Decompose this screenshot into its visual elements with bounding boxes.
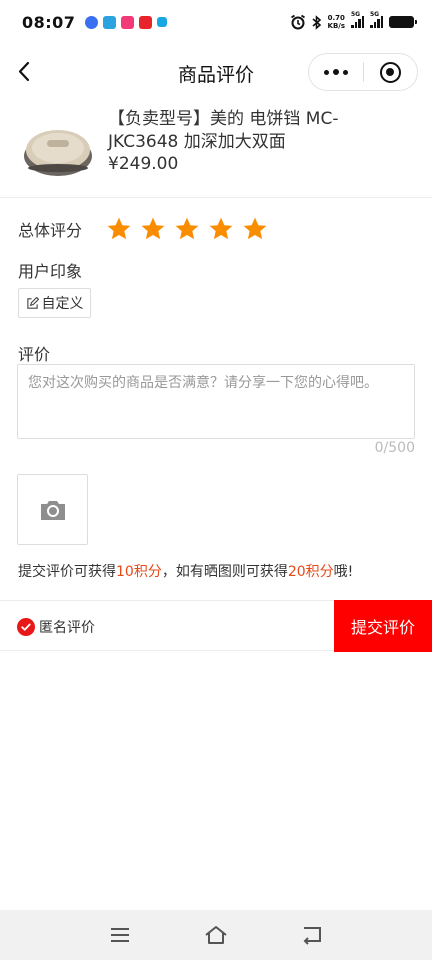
- signal-icon: 5G: [351, 11, 364, 28]
- review-placeholder: 您对这次购买的商品是否满意？请分享一下您的心得吧。: [28, 375, 378, 391]
- signal-icon-2: 5G: [370, 11, 383, 28]
- cloud-app-icon: [157, 17, 168, 27]
- add-photo-button[interactable]: [17, 474, 88, 545]
- product-title: 【负卖型号】美的 电饼铛 MC-JKC3648 加深加大双面: [108, 109, 339, 152]
- more-button[interactable]: [309, 54, 363, 90]
- battery-icon: [389, 16, 417, 28]
- char-counter: 0/500: [374, 440, 415, 456]
- review-textarea[interactable]: 您对这次购买的商品是否满意？请分享一下您的心得吧。: [17, 364, 415, 439]
- telegram-app-icon: [103, 15, 117, 29]
- review-label: 评价: [18, 345, 51, 364]
- anonymous-toggle[interactable]: 匿名评价: [17, 617, 95, 637]
- system-back-button[interactable]: [300, 924, 324, 946]
- baidu-app-icon: [85, 15, 99, 29]
- product-image: [24, 130, 92, 176]
- anonymous-label: 匿名评价: [39, 620, 95, 636]
- check-circle-icon: [17, 618, 35, 636]
- status-app-icons: [85, 15, 168, 29]
- home-icon: [205, 926, 227, 944]
- star-rating: [106, 216, 268, 242]
- nav-bar: 商品评价: [0, 44, 432, 100]
- points-value-1: 10积分: [116, 564, 162, 580]
- product-card: 【负卖型号】美的 电饼铛 MC-JKC3648 加深加大双面 ¥249.00: [0, 104, 432, 198]
- star-icon[interactable]: [174, 216, 200, 242]
- custom-tag-button[interactable]: 自定义: [18, 288, 91, 318]
- submit-review-button[interactable]: 提交评价: [334, 600, 432, 652]
- system-menu-button[interactable]: [108, 924, 132, 946]
- system-home-button[interactable]: [204, 924, 228, 946]
- star-icon[interactable]: [242, 216, 268, 242]
- impression-label: 用户印象: [18, 262, 83, 281]
- custom-tag-label: 自定义: [41, 296, 84, 312]
- target-close-icon: [379, 61, 401, 83]
- camera-icon: [40, 500, 65, 520]
- overall-rating: 总体评分: [18, 216, 268, 242]
- menu-icon: [111, 928, 129, 942]
- rating-label: 总体评分: [18, 221, 83, 240]
- shopping-app-icon: [121, 15, 135, 29]
- mini-program-capsule: [308, 53, 418, 91]
- alarm-icon: [290, 14, 305, 30]
- status-bar: 08:07 0.70 KB/s 5G 5G: [0, 0, 432, 44]
- back-icon: [303, 927, 321, 945]
- status-time: 08:07: [22, 12, 76, 32]
- pen-icon: [26, 296, 39, 309]
- net-speed: 0.70 KB/s: [327, 14, 345, 30]
- points-hint: 提交评价可获得10积分，如有晒图则可获得20积分哦!: [18, 564, 354, 580]
- star-icon[interactable]: [208, 216, 234, 242]
- bottom-action-bar: 匿名评价 提交评价: [0, 600, 432, 652]
- product-price: ¥249.00: [108, 154, 179, 174]
- star-icon[interactable]: [140, 216, 166, 242]
- system-nav-bar: [0, 910, 432, 960]
- close-button[interactable]: [364, 54, 417, 90]
- jd-app-icon: [139, 15, 153, 29]
- points-value-2: 20积分: [287, 564, 334, 580]
- star-icon[interactable]: [106, 216, 132, 242]
- status-indicators: 0.70 KB/s 5G 5G: [290, 11, 417, 30]
- more-dots-icon: [324, 69, 348, 75]
- bluetooth-icon: [311, 14, 321, 30]
